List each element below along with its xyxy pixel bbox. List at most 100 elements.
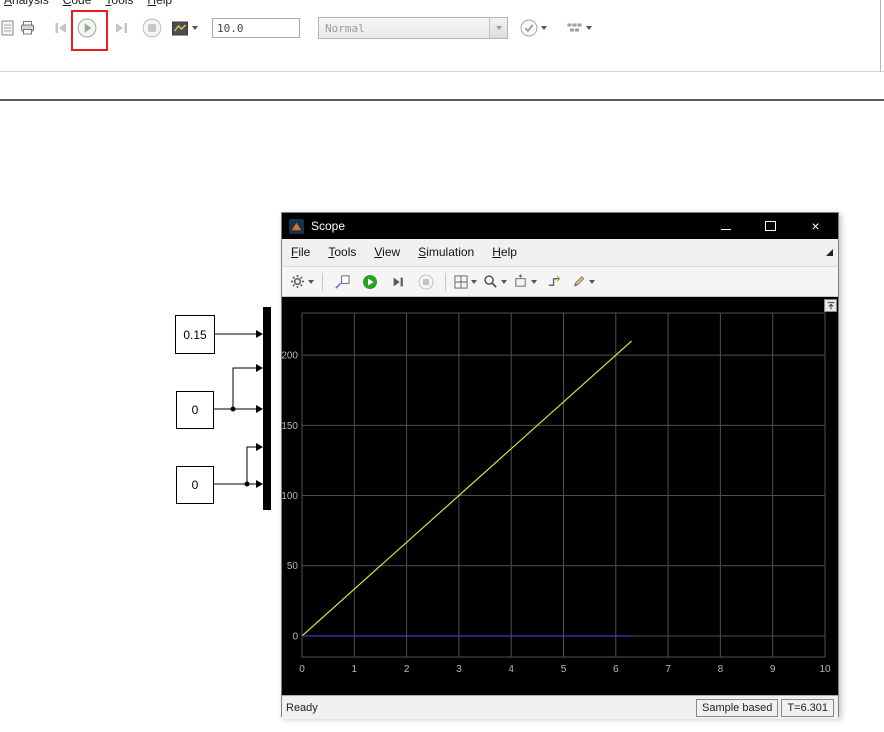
constant-block-1[interactable]: 0.15 [175,315,215,354]
scale-axes-icon [515,274,526,287]
svg-text:4: 4 [508,664,514,675]
svg-text:9: 9 [770,664,776,675]
step-back-icon [55,23,66,33]
constant-block-2[interactable]: 0 [176,391,214,429]
measurements-button[interactable] [569,270,597,294]
combo-dropdown-button[interactable] [489,18,507,38]
svg-text:50: 50 [287,561,299,572]
zoom-button[interactable] [481,270,509,294]
gear-icon [290,274,305,289]
close-button[interactable]: × [793,213,838,239]
svg-text:5: 5 [561,664,567,675]
scope-step-forward-button[interactable] [385,270,411,294]
play-icon [363,274,377,289]
svg-text:1: 1 [352,664,358,675]
scope-app-icon [289,218,304,234]
scope-title: Scope [311,219,346,233]
chevron-down-icon [586,26,592,30]
simulink-desktop: Analysis Code Tools Help 10.0 Normal 0.1… [0,0,884,732]
scope-statusbar: Ready Sample based T=6.301 [282,695,838,719]
svg-text:7: 7 [665,664,671,675]
trigger-icon [548,275,560,286]
step-forward-icon [116,23,127,33]
sim-stop-time-input[interactable] [212,18,300,38]
highlight-block-button[interactable] [329,270,355,294]
canvas-top-border [0,99,884,101]
stop-button[interactable] [139,14,165,42]
svg-text:10: 10 [819,664,831,675]
scope-toolbar [282,267,838,297]
menu-item-help[interactable]: Help [147,0,172,7]
menu-item-tools[interactable]: Tools [319,239,365,265]
toolbar-separator [445,272,446,291]
main-toolbar: Normal [0,10,884,51]
window-edge-line [880,0,881,72]
model-advisor-button[interactable] [520,14,547,42]
chevron-down-icon [501,279,507,284]
stop-icon [142,18,162,38]
sim-mode-select[interactable]: Normal [318,17,508,39]
menu-item-help[interactable]: Help [483,239,526,265]
svg-text:150: 150 [282,421,298,432]
scope-chart: 0 1 2 3 4 5 6 7 8 9 10050100150200 [282,312,831,675]
constant-value: 0 [191,403,199,417]
pencil-icon [574,276,585,287]
scope-status-text: Ready [286,701,318,714]
dock-arrow-icon[interactable] [826,249,833,256]
chevron-down-icon [495,26,502,30]
scope-run-button[interactable] [357,270,383,294]
main-menubar: Analysis Code Tools Help [0,0,600,7]
separator-line [0,71,884,72]
menu-item-view[interactable]: View [365,239,409,265]
menu-item-file[interactable]: File [282,239,319,265]
scope-settings-button[interactable] [288,270,316,294]
step-forward-icon [393,277,403,286]
svg-text:6: 6 [613,664,619,675]
constant-block-3[interactable]: 0 [176,466,214,504]
maximize-icon [765,221,776,231]
layouts-button[interactable] [452,270,479,294]
minimize-button[interactable] [703,213,748,239]
window-controls: × [703,213,838,239]
chevron-down-icon [192,26,198,30]
chevron-down-icon [471,279,477,284]
step-forward-button[interactable] [108,14,134,42]
constant-value: 0 [191,478,199,492]
mux-block[interactable] [263,307,271,510]
scale-axes-button[interactable] [511,270,539,294]
menu-item-analysis[interactable]: Analysis [4,0,49,7]
chevron-down-icon [531,279,537,284]
print-button[interactable] [14,14,40,42]
data-inspector-button[interactable] [171,14,198,42]
run-button-highlight [71,10,108,51]
svg-text:0: 0 [299,664,305,675]
svg-text:3: 3 [456,664,462,675]
check-circle-icon [520,19,538,37]
data-inspector-icon [172,21,188,35]
printer-icon [20,21,34,35]
svg-text:2: 2 [404,664,410,675]
build-button[interactable] [566,14,592,42]
scope-stop-button[interactable] [413,270,439,294]
sample-mode-indicator: Sample based [696,698,779,717]
menu-item-tools[interactable]: Tools [105,0,133,7]
trigger-button[interactable] [541,270,567,294]
svg-text:8: 8 [718,664,724,675]
maximize-button[interactable] [748,213,793,239]
constant-value: 0.15 [183,327,207,342]
highlight-block-icon [334,275,350,289]
menu-item-code[interactable]: Code [63,0,92,7]
toolbar-separator [322,272,323,291]
scope-menubar: File Tools View Simulation Help [282,239,838,267]
chevron-down-icon [541,26,547,30]
scope-plot: 0 1 2 3 4 5 6 7 8 9 10 0 50 100 150 200 [282,297,838,695]
build-bricks-icon [567,23,582,32]
chevron-down-icon [308,279,314,284]
scope-titlebar[interactable]: Scope × [282,213,838,239]
layout-grid-icon [454,274,468,289]
menu-item-simulation[interactable]: Simulation [409,239,483,265]
minimize-icon [720,228,731,230]
svg-text:100: 100 [282,491,298,502]
chevron-down-icon [589,279,595,284]
maximize-axes-icon[interactable] [824,299,837,312]
